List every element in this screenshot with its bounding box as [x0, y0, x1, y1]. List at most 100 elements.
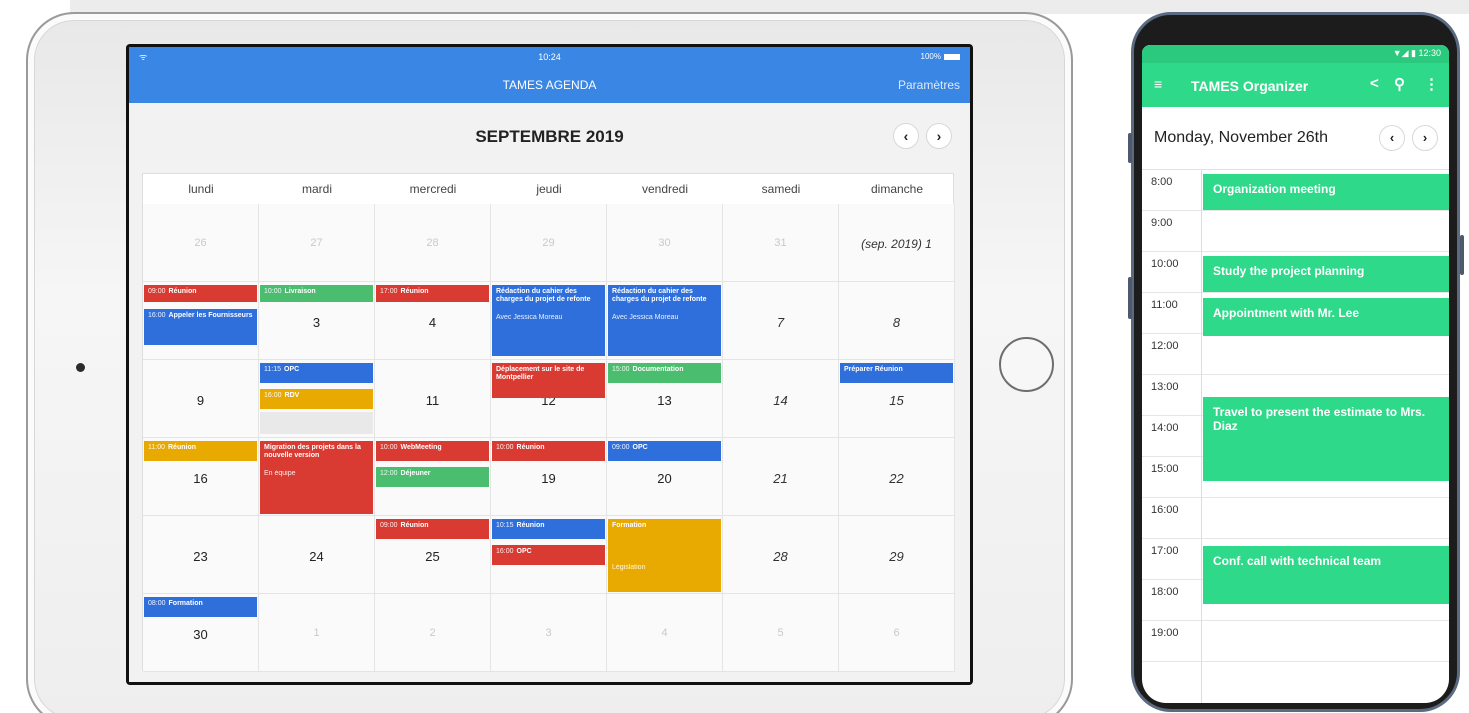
- tablet-camera: [76, 363, 85, 372]
- hour-row[interactable]: 19:00: [1142, 621, 1449, 662]
- tablet-screen: ᯤ 10:24 100% TAMES AGENDA Paramètres SEP…: [126, 44, 973, 685]
- battery-indicator: 100%: [921, 52, 960, 61]
- battery-icon: [944, 53, 960, 60]
- event[interactable]: 16:00 RDV: [260, 389, 373, 409]
- day-cell[interactable]: 28: [723, 516, 839, 594]
- event[interactable]: Rédaction du cahier des charges du proje…: [492, 285, 605, 356]
- status-time: 10:24: [538, 52, 561, 62]
- event[interactable]: Formation Législation: [608, 519, 721, 592]
- calendar-event[interactable]: Study the project planning: [1203, 256, 1449, 292]
- day-cell[interactable]: 11:00 Réunion 16: [143, 438, 259, 516]
- event[interactable]: Rédaction du cahier des charges du proje…: [608, 285, 721, 356]
- day-cell[interactable]: 22: [839, 438, 955, 516]
- day-cell[interactable]: 15:00 Documentation 13: [607, 360, 723, 438]
- day-cell[interactable]: 23: [143, 516, 259, 594]
- day-cell[interactable]: Migration des projets dans la nouvelle v…: [259, 438, 375, 516]
- calendar-event[interactable]: Conf. call with technical team: [1203, 546, 1449, 604]
- day-cell[interactable]: 10:00 WebMeeting 12:00 Déjeuner: [375, 438, 491, 516]
- day-cell[interactable]: 08:00 Formation 30: [143, 594, 259, 672]
- day-cell[interactable]: 11:15 OPC 16:00 RDV: [259, 360, 375, 438]
- calendar-event[interactable]: Appointment with Mr. Lee: [1203, 298, 1449, 336]
- day-cell[interactable]: 27: [259, 204, 375, 282]
- app-title: TAMES Organizer: [1191, 78, 1309, 94]
- day-cell[interactable]: 9: [143, 360, 259, 438]
- day-cell[interactable]: 2: [375, 594, 491, 672]
- day-number: 14: [773, 393, 788, 408]
- event[interactable]: Migration des projets dans la nouvelle v…: [260, 441, 373, 514]
- event[interactable]: 16:00 OPC: [492, 545, 605, 565]
- event[interactable]: 09:00 Réunion: [144, 285, 257, 302]
- day-number: 23: [193, 549, 208, 564]
- day-cell[interactable]: 09:00 Réunion 25: [375, 516, 491, 594]
- hour-row[interactable]: 12:00: [1142, 334, 1449, 375]
- day-cell[interactable]: 8: [839, 282, 955, 360]
- event[interactable]: 10:00 Réunion: [492, 441, 605, 461]
- tablet-home-button[interactable]: [999, 337, 1054, 392]
- event[interactable]: 09:00 Réunion: [376, 519, 489, 539]
- event[interactable]: 16:00 Appeler les Fournisseurs: [144, 309, 257, 345]
- day-cell[interactable]: 21: [723, 438, 839, 516]
- day-cell[interactable]: 09:00 OPC 20: [607, 438, 723, 516]
- day-cell[interactable]: 24: [259, 516, 375, 594]
- day-cell[interactable]: 3: [491, 594, 607, 672]
- weekday-header: jeudi: [536, 182, 562, 196]
- day-cell[interactable]: 26: [143, 204, 259, 282]
- next-day-button[interactable]: ›: [1412, 125, 1438, 151]
- day-number: 4: [661, 627, 668, 639]
- calendar-event[interactable]: Organization meeting: [1203, 174, 1449, 210]
- day-cell[interactable]: 5: [723, 594, 839, 672]
- day-number: 21: [773, 471, 788, 486]
- event[interactable]: 10:15 Réunion: [492, 519, 605, 539]
- day-cell[interactable]: 12 Déplacement sur le site de Montpellie…: [491, 360, 607, 438]
- calendar-event[interactable]: Travel to present the estimate to Mrs. D…: [1203, 397, 1449, 481]
- hour-row[interactable]: 9:00: [1142, 211, 1449, 252]
- day-cell[interactable]: 10:00 Réunion 19: [491, 438, 607, 516]
- next-month-button[interactable]: ›: [926, 123, 952, 149]
- event[interactable]: Déplacement sur le site de Montpellier: [492, 363, 605, 398]
- day-number: 16: [193, 471, 208, 486]
- event[interactable]: 17:00 Réunion: [376, 285, 489, 302]
- day-cell[interactable]: Rédaction du cahier des charges du proje…: [607, 282, 723, 360]
- event[interactable]: 11:15 OPC: [260, 363, 373, 383]
- day-cell[interactable]: 10:15 Réunion 16:00 OPC: [491, 516, 607, 594]
- event[interactable]: 10:00 WebMeeting: [376, 441, 489, 461]
- event[interactable]: 10:00 Livraison: [260, 285, 373, 302]
- day-cell[interactable]: 4: [607, 594, 723, 672]
- day-cell[interactable]: 1: [259, 594, 375, 672]
- day-cell[interactable]: 09:00 Réunion 16:00 Appeler les Fournisseu…: [143, 282, 259, 360]
- day-cell[interactable]: 17:00 Réunion 4: [375, 282, 491, 360]
- day-cell[interactable]: 30: [607, 204, 723, 282]
- day-number: 29: [542, 237, 555, 249]
- prev-day-button[interactable]: ‹: [1379, 125, 1405, 151]
- more-icon[interactable]: ⋮: [1424, 75, 1439, 93]
- menu-icon[interactable]: ≡: [1154, 76, 1162, 92]
- prev-month-button[interactable]: ‹: [893, 123, 919, 149]
- event[interactable]: 09:00 OPC: [608, 441, 721, 461]
- day-number: 9: [196, 393, 205, 408]
- day-cell[interactable]: 14: [723, 360, 839, 438]
- search-icon[interactable]: ⚲: [1394, 75, 1405, 93]
- day-number: 25: [425, 549, 440, 564]
- settings-button[interactable]: Paramètres: [898, 78, 960, 92]
- day-cell[interactable]: 11: [375, 360, 491, 438]
- event[interactable]: 12:00 Déjeuner: [376, 467, 489, 487]
- day-cell[interactable]: Rédaction du cahier des charges du proje…: [491, 282, 607, 360]
- day-cell[interactable]: 29: [839, 516, 955, 594]
- day-cell[interactable]: 31: [723, 204, 839, 282]
- day-cell[interactable]: 6: [839, 594, 955, 672]
- event[interactable]: 15:00 Documentation: [608, 363, 721, 383]
- event[interactable]: 08:00 Formation: [144, 597, 257, 617]
- share-icon[interactable]: <: [1370, 75, 1379, 92]
- day-cell[interactable]: 29: [491, 204, 607, 282]
- day-number: 26: [194, 237, 207, 249]
- event[interactable]: 11:00 Réunion: [144, 441, 257, 461]
- day-cell[interactable]: Formation Législation: [607, 516, 723, 594]
- day-cell[interactable]: Préparer Réunion 15: [839, 360, 955, 438]
- event[interactable]: Préparer Réunion: [840, 363, 953, 383]
- day-number: (sep. 2019) 1: [861, 237, 932, 251]
- day-cell[interactable]: 10:00 Livraison 3: [259, 282, 375, 360]
- day-cell[interactable]: 7: [723, 282, 839, 360]
- hour-row[interactable]: 16:00: [1142, 498, 1449, 539]
- day-cell[interactable]: 28: [375, 204, 491, 282]
- day-cell[interactable]: (sep. 2019) 1: [839, 204, 955, 282]
